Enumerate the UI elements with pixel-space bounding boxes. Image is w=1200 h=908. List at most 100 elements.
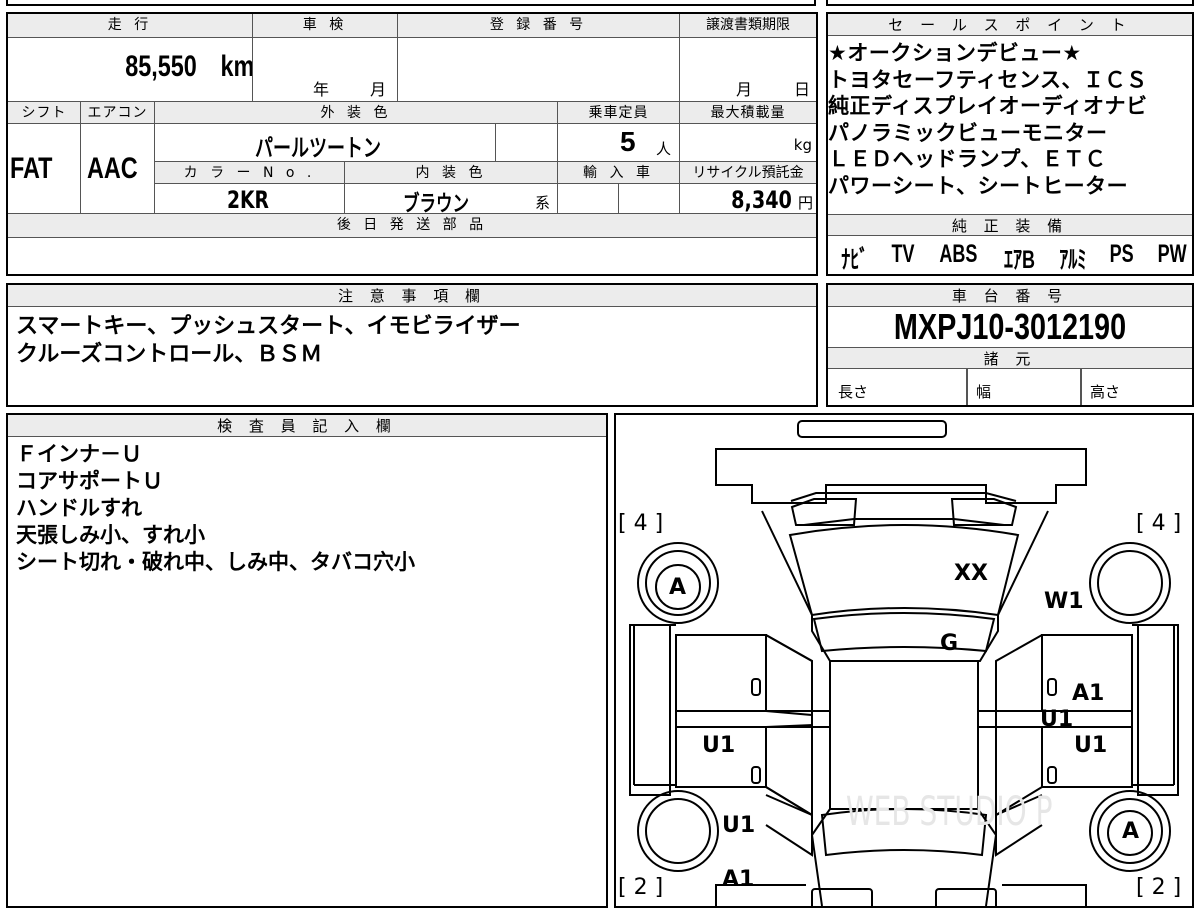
inspector-line: ハンドルすれ — [16, 496, 142, 520]
mark-front-right-fender: W1 — [1044, 589, 1084, 614]
max-load-cell: kg — [680, 124, 816, 162]
spec-divider — [1080, 369, 1082, 405]
transfer-deadline-header: 譲渡書類期限 — [680, 14, 816, 38]
mark-right-center: U1 — [1040, 707, 1074, 732]
inspection-cell: 年 月 — [253, 38, 398, 102]
recycle-cell: 8,340 円 — [680, 184, 816, 214]
equipment-header: 純 正 装 備 — [828, 214, 1192, 236]
max-load-unit: kg — [793, 136, 812, 154]
exterior-color-extra — [496, 124, 558, 162]
spec-width: 幅 — [976, 383, 992, 401]
equipment-ps: PS — [1109, 240, 1134, 268]
sales-point-line: 純正ディスプレイオーディオナビ — [828, 94, 1148, 118]
inspector-line: シート切れ・破れ中、しみ中、タバコ穴小 — [16, 550, 415, 574]
recycle-unit: 円 — [797, 194, 813, 212]
mark-windshield: XX — [954, 561, 988, 586]
aircon-value: AAC — [87, 152, 138, 185]
inspection-year: 年 — [313, 80, 330, 99]
sales-point-line: パワーシート、シートヒーター — [828, 173, 1129, 198]
sales-points-header: セ ー ル ス ポ イ ン ト — [828, 14, 1192, 36]
equipment-abs: ABS — [939, 240, 978, 268]
max-load-header: 最大積載量 — [680, 102, 816, 124]
mileage-cell: 85,550 km — [8, 38, 253, 102]
mileage-header: 走 行 — [8, 14, 253, 38]
note-line: スマートキー、プッシュスタート、イモビライザー — [16, 314, 521, 339]
tire-front-right-label: [ 4 ] — [1136, 511, 1182, 536]
shift-cell: FAT — [8, 124, 81, 214]
chassis-panel: 車 台 番 号 MXPJ10-3012190 諸 元 長さ 幅 高さ — [826, 283, 1194, 407]
wheel-front-left-mark: A — [669, 575, 687, 600]
exterior-color-value: パールツートン — [255, 134, 381, 162]
interior-color-value: ブラウン — [403, 192, 470, 214]
equipment-airbag: ｴｱB — [1004, 246, 1036, 274]
tire-rear-left-label: [ 2 ] — [618, 875, 664, 900]
registration-cell — [398, 38, 680, 102]
capacity-header: 乗車定員 — [558, 102, 680, 124]
mark-left-rear-quarter: A1 — [722, 867, 755, 892]
sales-points-panel: セ ー ル ス ポ イ ン ト ★オークションデビュー★ トヨタセーフティセンス… — [826, 12, 1194, 276]
aircon-cell: AAC — [81, 124, 155, 214]
spec-divider — [966, 369, 968, 405]
equipment-pw: PW — [1157, 240, 1187, 268]
later-parts-header: 後 日 発 送 部 品 — [8, 214, 816, 238]
spec-length: 長さ — [838, 383, 869, 401]
mileage-value: 85,550 — [125, 50, 197, 83]
sales-points-list: ★オークションデビュー★ トヨタセーフティセンス、ＩＣＳ 純正ディスプレイオーデ… — [828, 40, 1194, 199]
sales-point-line: トヨタセーフティセンス、ＩＣＳ — [828, 67, 1148, 92]
recycle-value: 8,340 — [731, 186, 792, 214]
equipment-list: ﾅﾋﾞ TV ABS ｴｱB ｱﾙﾐ PS PW — [836, 240, 1192, 276]
watermark: WEB STUDIO P — [846, 789, 1053, 835]
top-strip — [6, 0, 816, 6]
equipment-alloy: ｱﾙﾐ — [1059, 246, 1087, 274]
interior-color-cell: ブラウン 系 — [345, 184, 558, 214]
equipment-navi: ﾅﾋﾞ — [841, 246, 869, 274]
note-line: クルーズコントロール、ＢＳＭ — [16, 342, 323, 367]
capacity-value: 5 — [620, 126, 636, 157]
transfer-month: 月 — [736, 80, 753, 99]
inspector-list: Ｆインナ－Ｕ コアサポートＵ ハンドルすれ 天張しみ小、すれ小 シート切れ・破れ… — [16, 441, 415, 576]
shift-value: FAT — [10, 152, 53, 185]
import-cell-a — [558, 184, 619, 214]
tire-front-left-label: [ 4 ] — [618, 511, 664, 536]
mileage-unit: km — [220, 50, 253, 83]
exterior-color-cell: パールツートン — [155, 124, 496, 162]
transfer-day: 日 — [794, 80, 811, 99]
wheel-rear-right-mark: A — [1122, 819, 1140, 844]
spec-header: 諸 元 — [828, 347, 1192, 369]
recycle-header: リサイクル預託金 — [680, 162, 816, 184]
import-cell-b — [619, 184, 680, 214]
spec-height: 高さ — [1090, 383, 1121, 401]
exterior-color-header: 外 装 色 — [155, 102, 558, 124]
capacity-cell: 5 人 — [558, 124, 680, 162]
interior-suffix: 系 — [535, 194, 551, 212]
inspector-line: 天張しみ小、すれ小 — [16, 523, 205, 547]
mark-roof-front: G — [940, 631, 959, 656]
notes-list: スマートキー、プッシュスタート、イモビライザー クルーズコントロール、ＢＳＭ — [16, 313, 521, 369]
inspector-line: コアサポートＵ — [16, 469, 163, 493]
color-no-cell: 2KR — [155, 184, 345, 214]
mark-left-rear-door: U1 — [702, 733, 736, 758]
notes-panel: 注 意 事 項 欄 スマートキー、プッシュスタート、イモビライザー クルーズコン… — [6, 283, 818, 407]
mark-right-rear-door: U1 — [1074, 733, 1108, 758]
chassis-number: MXPJ10-3012190 — [893, 306, 1127, 347]
interior-color-header: 内 装 色 — [345, 162, 558, 184]
import-header: 輸 入 車 — [558, 162, 680, 184]
equipment-tv: TV — [891, 240, 915, 268]
color-no-header: カ ラ ー N o . — [155, 162, 345, 184]
mark-right-front-door: A1 — [1072, 681, 1105, 706]
inspection-month: 月 — [370, 80, 387, 99]
mark-left-rear-fender: U1 — [722, 813, 756, 838]
tire-rear-right-label: [ 2 ] — [1136, 875, 1182, 900]
sales-point-line: ★オークションデビュー★ — [828, 41, 1082, 65]
inspector-panel: 検 査 員 記 入 欄 Ｆインナ－Ｕ コアサポートＵ ハンドルすれ 天張しみ小、… — [6, 413, 608, 908]
inspection-header: 車 検 — [253, 14, 398, 38]
aircon-header: エアコン — [81, 102, 155, 124]
vehicle-detail-panel: 走 行 車 検 登 録 番 号 譲渡書類期限 85,550 km 年 月 月 日… — [6, 12, 818, 276]
later-parts-cell — [8, 238, 816, 274]
sales-point-line: パノラミックビューモニター — [828, 120, 1108, 145]
chassis-header: 車 台 番 号 — [828, 285, 1192, 307]
notes-header: 注 意 事 項 欄 — [8, 285, 816, 307]
transfer-deadline-cell: 月 日 — [680, 38, 816, 102]
sales-point-line: ＬＥＤヘッドランプ、ＥＴＣ — [828, 147, 1107, 171]
registration-header: 登 録 番 号 — [398, 14, 680, 38]
